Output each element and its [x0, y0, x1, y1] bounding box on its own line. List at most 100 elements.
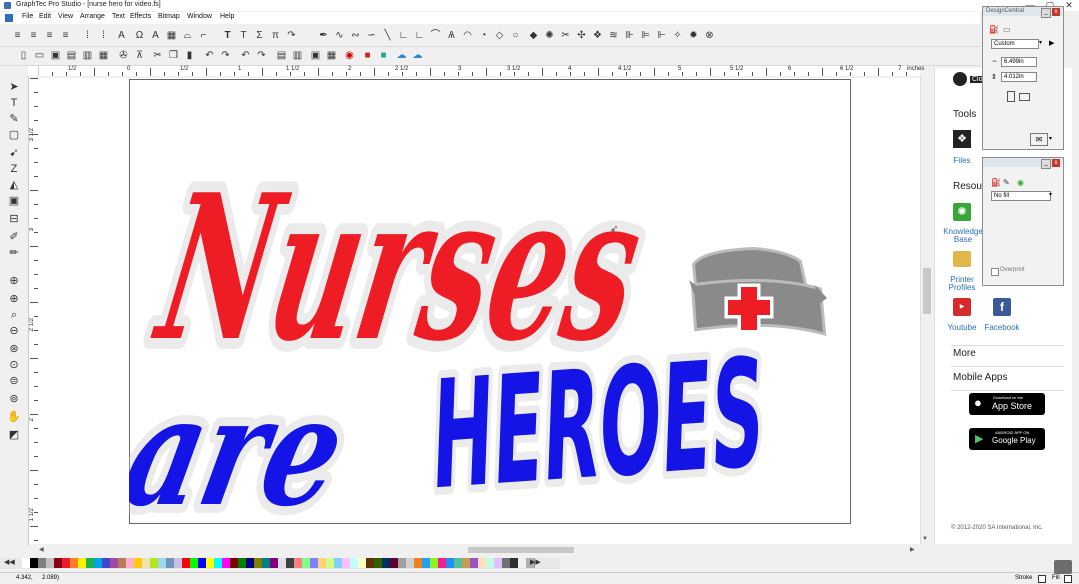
color-tool-icon[interactable]: ✺: [544, 30, 555, 41]
cut-tool-icon[interactable]: ⊫: [640, 30, 651, 41]
plot-icon[interactable]: ⊼: [134, 50, 145, 61]
text-wrap-icon[interactable]: ⌐: [198, 30, 209, 41]
undo-icon[interactable]: ↶: [204, 50, 215, 61]
polyline-tool-icon[interactable]: ∟: [414, 30, 425, 41]
effect-tool-icon[interactable]: ✹: [688, 30, 699, 41]
measure-tool-icon[interactable]: ⊟: [6, 212, 22, 226]
dc-landscape-icon[interactable]: [1019, 93, 1030, 101]
pan-hand-icon[interactable]: ✋: [6, 410, 22, 424]
dc-portrait-icon[interactable]: [1007, 91, 1015, 102]
circle-tool-icon[interactable]: ◔: [478, 30, 489, 41]
dc-height-field[interactable]: 4.012in: [1001, 72, 1037, 82]
text-vertical-icon[interactable]: T: [238, 30, 249, 41]
split-tool-icon[interactable]: ⊩: [656, 30, 667, 41]
design-central-minimize-button[interactable]: _: [1041, 8, 1051, 18]
select-arrow-icon[interactable]: ➤: [6, 80, 22, 94]
files-icon[interactable]: ❖: [953, 130, 971, 148]
redo-list-icon[interactable]: ↷: [256, 50, 267, 61]
bridge-tool-icon[interactable]: ⊪: [624, 30, 635, 41]
nurse-cap-graphic[interactable]: [689, 246, 827, 336]
cutter-icon[interactable]: ✇: [118, 50, 129, 61]
horizontal-scroll-thumb[interactable]: [468, 547, 574, 553]
node-tool-icon[interactable]: ⌒: [430, 30, 441, 41]
youtube-link[interactable]: Youtube: [943, 323, 981, 332]
overprint-checkbox[interactable]: [991, 268, 999, 276]
arc-tool-icon[interactable]: Ѧ: [446, 30, 457, 41]
align-left-icon[interactable]: ≡: [12, 30, 23, 41]
app-store-button[interactable]: ● Download on the App Store: [969, 393, 1045, 415]
zoom-all-icon[interactable]: ⊛: [6, 342, 22, 356]
fill-window-close-button[interactable]: x: [1052, 159, 1060, 167]
menu-view[interactable]: View: [58, 13, 73, 20]
text-frame-icon[interactable]: Ω: [134, 30, 145, 41]
redo-icon[interactable]: ↷: [220, 50, 231, 61]
knowledge-base-icon[interactable]: ✺: [953, 203, 971, 221]
print-preview-icon[interactable]: ▥: [82, 50, 93, 61]
text-grid-icon[interactable]: ▦: [166, 30, 177, 41]
justify-icon[interactable]: ≡: [60, 30, 71, 41]
text-curve-icon[interactable]: ↷: [286, 30, 297, 41]
line-tool-icon[interactable]: ╲: [382, 30, 393, 41]
dc-width-field[interactable]: 6.499in: [1001, 57, 1037, 67]
text-path-icon[interactable]: Σ: [254, 30, 265, 41]
facebook-link[interactable]: Facebook: [981, 323, 1023, 332]
align-center-icon[interactable]: ≡: [28, 30, 39, 41]
menu-edit[interactable]: Edit: [39, 13, 51, 20]
shape-tool-icon[interactable]: Z: [6, 162, 22, 176]
new-file-icon[interactable]: ▯: [18, 50, 29, 61]
fill-swatch[interactable]: [1064, 575, 1072, 583]
text-edit-icon[interactable]: ✎: [6, 112, 22, 126]
align-right-icon[interactable]: ≡: [44, 30, 55, 41]
outline-tool-icon[interactable]: ✧: [672, 30, 683, 41]
design-central-close-button[interactable]: x: [1052, 8, 1060, 16]
weld-tool-icon[interactable]: ✣: [576, 30, 587, 41]
cloud-icon[interactable]: ☁: [396, 50, 407, 61]
zoom-out-icon[interactable]: ⊖: [6, 324, 22, 338]
zoom-width-icon[interactable]: ⊚: [6, 392, 22, 406]
layers-icon[interactable]: ▤: [276, 50, 287, 61]
fill-tab-icon[interactable]: ⛽: [991, 178, 1001, 187]
dc-tab2-icon[interactable]: ▭: [1003, 25, 1011, 34]
text-pi-icon[interactable]: π: [270, 30, 281, 41]
pen-tool-icon[interactable]: ✒: [318, 30, 329, 41]
design-central-icon[interactable]: ▣: [310, 50, 321, 61]
polygon-tool-icon[interactable]: ◇: [494, 30, 505, 41]
bezier-tool-icon[interactable]: ∽: [366, 30, 377, 41]
freehand-tool-icon[interactable]: ∾: [350, 30, 361, 41]
print-icon[interactable]: ▤: [66, 50, 77, 61]
fill-tool-icon[interactable]: ◆: [528, 30, 539, 41]
zoom-fit-icon[interactable]: ⊜: [6, 374, 22, 388]
spiral-tool-icon[interactable]: ◠: [462, 30, 473, 41]
menu-file[interactable]: File: [22, 13, 33, 20]
text-spacing-icon[interactable]: ⁞: [98, 30, 109, 41]
menu-help[interactable]: Help: [220, 13, 234, 20]
fill-bucket-icon[interactable]: ◭: [6, 178, 22, 192]
fill-type-select[interactable]: No fill: [991, 191, 1051, 201]
menu-text[interactable]: Text: [112, 13, 125, 20]
text-tool-icon[interactable]: T: [222, 30, 233, 41]
cloud-upload-icon[interactable]: ☁: [412, 50, 423, 61]
palette-scroll-right-icon[interactable]: ▶▶: [530, 558, 541, 566]
ellipse-tool-icon[interactable]: ○: [510, 30, 521, 41]
youtube-icon[interactable]: ▶: [953, 298, 971, 316]
color-swatch-icon[interactable]: ◩: [6, 428, 22, 442]
color-picker-icon[interactable]: ■: [362, 50, 373, 61]
export-icon[interactable]: ▦: [98, 50, 109, 61]
overlay-button-icon[interactable]: [1054, 560, 1072, 574]
text-case-icon[interactable]: A: [116, 30, 127, 41]
text-arc-icon[interactable]: ⌓: [182, 30, 193, 41]
node-edit-icon[interactable]: ➹: [6, 146, 22, 160]
dc-tab-icon[interactable]: ⛽: [989, 25, 999, 34]
vertical-scroll-thumb[interactable]: [923, 268, 931, 314]
curve-tool-icon[interactable]: ∿: [334, 30, 345, 41]
palette-scroll-left-icon[interactable]: ◀◀: [4, 558, 15, 566]
copy-icon[interactable]: ❐: [168, 50, 179, 61]
bitmap-icon[interactable]: ▦: [326, 50, 337, 61]
rectangle-tool-icon[interactable]: ▢: [6, 128, 22, 142]
paste-icon[interactable]: ▮: [184, 50, 195, 61]
pencil-icon[interactable]: ✏: [6, 246, 22, 260]
dc-envelope-dropdown-icon[interactable]: ▾: [1049, 135, 1052, 142]
files-link[interactable]: Files: [949, 156, 975, 165]
are-lettering[interactable]: are are: [129, 355, 368, 522]
kerning-icon[interactable]: ⁞: [82, 30, 93, 41]
